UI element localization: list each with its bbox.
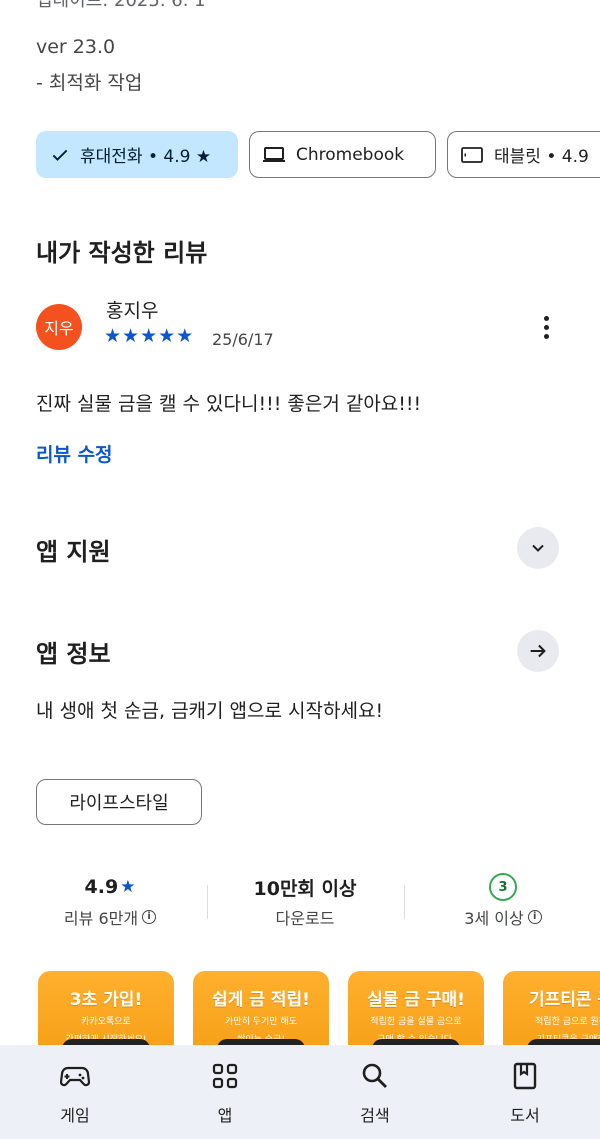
nav-search-label: 검색: [360, 1106, 390, 1125]
review-text: 진짜 실물 금을 캘 수 있다니!!! 좋은거 같아요!!!: [36, 393, 422, 415]
app-description: 내 생애 첫 순금, 금캐기 앱으로 시작하세요!: [36, 700, 384, 722]
info-icon: i: [527, 910, 542, 924]
nav-apps[interactable]: 앱: [165, 1045, 285, 1139]
screenshot-title: 쉽게 금 적립!: [212, 990, 310, 1010]
check-icon: [52, 149, 68, 161]
screenshot-subtitle: 가만히 두기만 해도: [225, 1017, 297, 1027]
chip-chromebook[interactable]: Chromebook: [249, 131, 436, 178]
screenshot-subtitle: 카카오톡으로: [81, 1017, 131, 1027]
device-chip-row: 휴대전화 • 4.9 ★ Chromebook 태블릿 • 4.9: [36, 131, 600, 179]
laptop-icon: [263, 146, 285, 162]
chip-phone-label: 휴대전화 • 4.9 ★: [80, 147, 212, 167]
edit-review-link[interactable]: 리뷰 수정: [36, 440, 113, 467]
gamepad-icon: [60, 1066, 90, 1087]
age-rating-label: 3세 이상: [464, 909, 524, 928]
rating-stat[interactable]: 4.9 ★ 리뷰 6만개 i: [40, 873, 180, 929]
nav-books[interactable]: 도서: [465, 1045, 585, 1139]
star-icon: ★: [104, 325, 122, 347]
screenshot-card[interactable]: 3초 가입! 카카오톡으로 간편하게 시작하세요!: [38, 971, 174, 1051]
avatar: 지우: [36, 304, 82, 350]
dot: [543, 333, 549, 339]
chip-phone[interactable]: 휴대전화 • 4.9 ★: [36, 131, 238, 178]
more-options-button[interactable]: [530, 310, 562, 344]
app-support-title: 앱 지원: [36, 538, 111, 566]
chip-tablet[interactable]: 태블릿 • 4.9: [447, 131, 600, 178]
star-icon: ★: [120, 877, 136, 897]
apps-grid-icon: [212, 1063, 238, 1089]
star-icon: ★: [122, 325, 140, 347]
screenshot-title: 실물 금 구매!: [367, 990, 465, 1010]
update-date-partial: 업데이트: 2025. 6. 1: [36, 0, 206, 11]
downloads-label: 다운로드: [275, 909, 335, 928]
bottom-navigation: 게임 앱 검색 도서: [0, 1045, 600, 1139]
review-count: 리뷰 6만개: [63, 909, 139, 928]
info-icon: i: [142, 910, 157, 924]
reviewer-name: 홍지우: [106, 300, 159, 322]
screenshot-card[interactable]: 실물 금 구매! 적립한 금을 실물 금으로 구매 할 수 있습니다.: [348, 971, 484, 1051]
nav-games[interactable]: 게임: [15, 1045, 135, 1139]
screenshot-subtitle: 적립한 금을 실물 금으로: [370, 1017, 462, 1027]
app-support-expand-button[interactable]: [517, 527, 559, 569]
screenshot-title: 기프티콘 구: [528, 990, 600, 1010]
my-review-title: 내가 작성한 리뷰: [36, 239, 208, 267]
nav-apps-label: 앱: [217, 1106, 233, 1125]
screenshot-carousel[interactable]: 3초 가입! 카카오톡으로 간편하게 시작하세요! 쉽게 금 적립! 가만히 두…: [38, 971, 600, 1051]
app-info-title: 앱 정보: [36, 640, 111, 668]
version-note: - 최적화 작업: [36, 72, 143, 94]
star-icon: ★: [140, 325, 158, 347]
book-icon: [513, 1062, 537, 1090]
nav-books-label: 도서: [510, 1106, 540, 1125]
tablet-icon: [461, 146, 483, 163]
chevron-down-icon: [532, 544, 544, 552]
age-rating-stat[interactable]: 3 3세 이상 i: [430, 873, 576, 929]
downloads-value: 10만회 이상: [253, 877, 357, 900]
chip-tablet-label: 태블릿 • 4.9: [494, 147, 589, 167]
age-rating-badge: 3: [489, 873, 517, 901]
star-icon: ★: [158, 325, 176, 347]
category-chip[interactable]: 라이프스타일: [36, 779, 202, 825]
downloads-stat: 10만회 이상 다운로드: [230, 873, 380, 929]
version-label: ver 23.0: [36, 36, 116, 58]
rating-value: 4.9: [84, 876, 119, 898]
divider: [207, 885, 208, 919]
screenshot-card[interactable]: 쉽게 금 적립! 가만히 두기만 해도 쌓이는 순금!: [193, 971, 329, 1051]
star-icon: ★: [176, 325, 194, 347]
star-rating: ★ ★ ★ ★ ★: [104, 326, 194, 346]
dot: [543, 315, 549, 321]
chip-chromebook-label: Chromebook: [296, 144, 405, 165]
nav-search[interactable]: 검색: [315, 1045, 435, 1139]
search-icon: [362, 1063, 387, 1088]
app-info-arrow-button[interactable]: [517, 630, 559, 672]
review-date: 25/6/17: [212, 330, 274, 349]
dot: [543, 324, 549, 330]
arrow-right-icon: [530, 644, 546, 658]
screenshot-card[interactable]: 기프티콘 구 적립한 금으로 원하 기프티콘을 구매하: [503, 971, 600, 1051]
screenshot-subtitle: 적립한 금으로 원하: [535, 1017, 600, 1027]
screenshot-title: 3초 가입!: [69, 990, 143, 1010]
nav-games-label: 게임: [60, 1106, 90, 1125]
divider: [404, 885, 405, 919]
